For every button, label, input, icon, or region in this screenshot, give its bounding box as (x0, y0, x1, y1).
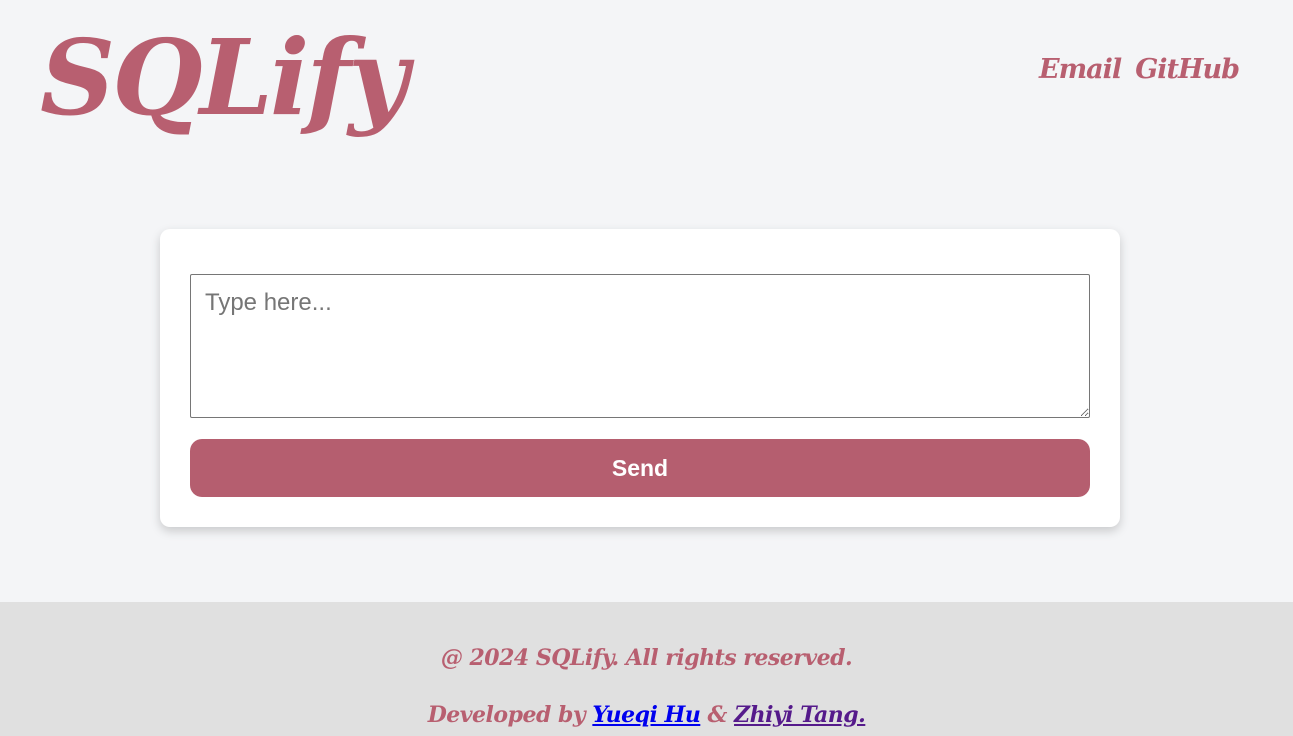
developed-by-label: Developed by (427, 702, 586, 728)
logo: SQLify (40, 16, 408, 139)
top-nav: Email GitHub (1039, 52, 1240, 88)
site-footer: @ 2024 SQLify. All rights reserved. Deve… (0, 602, 1293, 736)
query-card: Send (160, 229, 1120, 527)
github-link[interactable]: GitHub (1135, 52, 1240, 88)
send-button[interactable]: Send (190, 439, 1090, 497)
copyright-text: @ 2024 SQLify. All rights reserved. (440, 645, 853, 671)
developer-link-yueqi-hu[interactable]: Yueqi Hu (592, 702, 700, 728)
email-link[interactable]: Email (1039, 52, 1122, 88)
credits-separator: & (707, 702, 727, 728)
query-input[interactable] (190, 274, 1090, 418)
credits-line: Developed by Yueqi Hu & Zhiyi Tang. (0, 699, 1293, 731)
developer-link-zhiyi-tang[interactable]: Zhiyi Tang. (734, 702, 866, 728)
